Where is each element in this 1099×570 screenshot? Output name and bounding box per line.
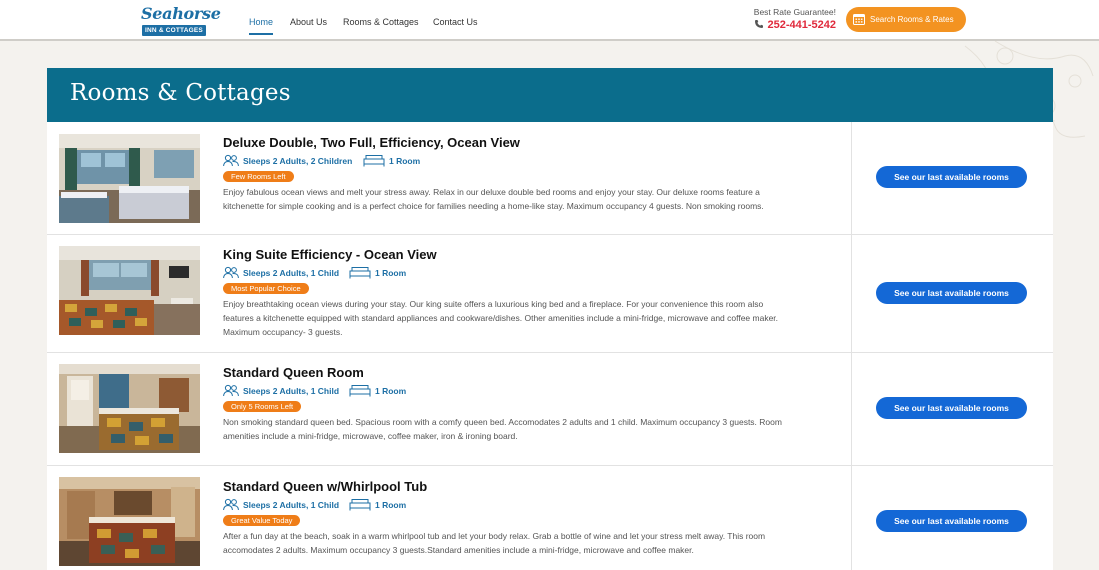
rooms-text: 1 Room: [375, 500, 407, 510]
room-card: Standard Queen Room Sleeps 2 Adults, 1 C…: [47, 353, 1053, 466]
see-available-rooms-button[interactable]: See our last available rooms: [876, 282, 1027, 304]
nav-contact-us[interactable]: Contact Us: [433, 15, 478, 35]
phone-link[interactable]: 252-441-5242: [740, 18, 836, 32]
room-photo[interactable]: [59, 477, 200, 566]
sleeps-text: Sleeps 2 Adults, 1 Child: [243, 268, 340, 278]
rooms-text: 1 Room: [375, 386, 407, 396]
calendar-icon: [853, 14, 865, 25]
sleeps-text: Sleeps 2 Adults, 1 Child: [243, 500, 340, 510]
room-photo-image: [59, 134, 200, 223]
room-photo[interactable]: [59, 134, 200, 223]
room-card: King Suite Efficiency - Ocean View Sleep…: [47, 235, 1053, 353]
nav-about-us[interactable]: About Us: [290, 15, 327, 35]
room-info: King Suite Efficiency - Ocean View Sleep…: [223, 247, 843, 347]
room-info: Standard Queen Room Sleeps 2 Adults, 1 C…: [223, 365, 843, 460]
room-photo[interactable]: [59, 364, 200, 453]
room-info: Standard Queen w/Whirlpool Tub Sleeps 2 …: [223, 479, 843, 567]
rooms-text: 1 Room: [375, 268, 407, 278]
rate-guarantee-label: Best Rate Guarantee!: [753, 7, 836, 17]
see-available-rooms-button[interactable]: See our last available rooms: [876, 397, 1027, 419]
room-title[interactable]: Standard Queen w/Whirlpool Tub: [223, 479, 843, 495]
rooms-list: Deluxe Double, Two Full, Efficiency, Oce…: [47, 122, 1053, 570]
rooms-panel-header: Rooms & Cottages: [47, 68, 1053, 122]
guests-icon: [223, 384, 239, 397]
room-photo-image: [59, 477, 200, 566]
seahorse-logo[interactable]: Seahorse INN & COTTAGES: [141, 3, 221, 37]
search-rooms-button[interactable]: Search Rooms & Rates: [846, 7, 966, 32]
availability-badge: Few Rooms Left: [223, 171, 294, 182]
room-photo-image: [59, 364, 200, 453]
page-title: Rooms & Cottages: [70, 80, 291, 106]
bed-icon: [349, 385, 371, 397]
availability-badge: Only 5 Rooms Left: [223, 401, 302, 412]
logo-script-text: Seahorse: [141, 4, 221, 23]
search-rooms-label: Search Rooms & Rates: [870, 15, 954, 24]
site-header: Seahorse INN & COTTAGES Home About Us Ro…: [0, 0, 1099, 41]
guests-icon: [223, 498, 239, 511]
guests-icon: [223, 154, 239, 167]
bed-icon: [349, 499, 371, 511]
see-available-rooms-button[interactable]: See our last available rooms: [876, 166, 1027, 188]
rooms-text: 1 Room: [389, 156, 421, 166]
guests-icon: [223, 266, 239, 279]
room-title[interactable]: Deluxe Double, Two Full, Efficiency, Oce…: [223, 135, 843, 151]
room-photo-image: [59, 246, 200, 335]
nav-home[interactable]: Home: [249, 15, 274, 35]
bed-icon: [349, 267, 371, 279]
availability-badge: Most Popular Choice: [223, 283, 309, 294]
sleeps-text: Sleeps 2 Adults, 1 Child: [243, 386, 340, 396]
sleeps-text: Sleeps 2 Adults, 2 Children: [243, 156, 353, 166]
phone-icon: [755, 20, 764, 28]
nav-rooms-cottages[interactable]: Rooms & Cottages: [343, 15, 419, 35]
room-info: Deluxe Double, Two Full, Efficiency, Oce…: [223, 135, 843, 225]
room-description: Enjoy breathtaking ocean views during yo…: [223, 299, 779, 337]
logo-bar-text: INN & COTTAGES: [142, 25, 206, 36]
room-title[interactable]: King Suite Efficiency - Ocean View: [223, 247, 843, 263]
room-description: Enjoy fabulous ocean views and melt your…: [223, 187, 764, 211]
availability-badge: Great Value Today: [223, 515, 301, 526]
room-photo[interactable]: [59, 246, 200, 335]
room-card: Standard Queen w/Whirlpool Tub Sleeps 2 …: [47, 466, 1053, 570]
see-available-rooms-button[interactable]: See our last available rooms: [876, 510, 1027, 532]
room-description: Non smoking standard queen bed. Spacious…: [223, 417, 782, 441]
room-title[interactable]: Standard Queen Room: [223, 365, 843, 381]
phone-number: 252-441-5242: [767, 19, 836, 31]
rate-guarantee: Best Rate Guarantee! 252-441-5242: [740, 7, 836, 33]
room-description: After a fun day at the beach, soak in a …: [223, 531, 766, 555]
room-card: Deluxe Double, Two Full, Efficiency, Oce…: [47, 122, 1053, 235]
bed-icon: [363, 155, 385, 167]
